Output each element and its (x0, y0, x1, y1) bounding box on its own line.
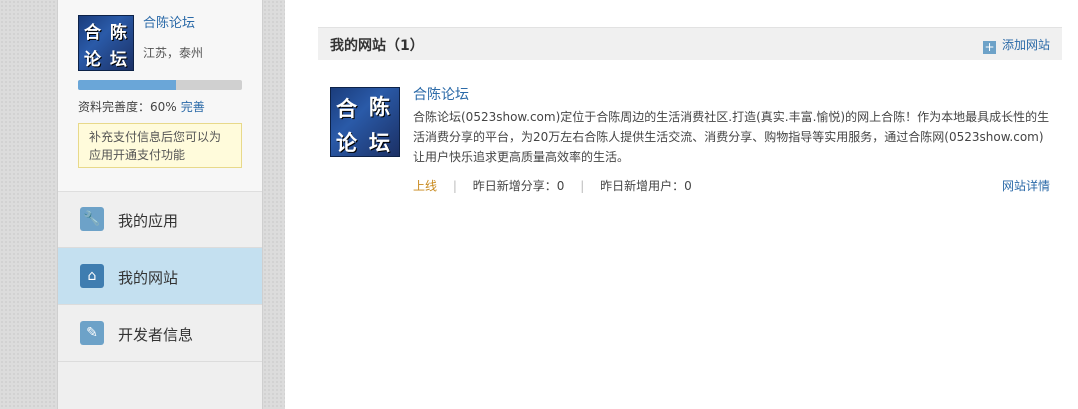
sidebar-item-label: 开发者信息 (118, 326, 194, 344)
avatar-char: 陈 (110, 23, 127, 43)
divider: | (452, 179, 457, 193)
page-background-gap (263, 0, 285, 409)
page-background-left (0, 0, 57, 409)
completeness-label: 资料完善度：60% (78, 100, 177, 114)
sidebar-item-label: 我的网站 (118, 269, 179, 287)
site-description: 合陈论坛(0523show.com)定位于合陈周边的生活消费社区.打造(真实.丰… (413, 110, 1050, 164)
logo-char: 坛 (369, 131, 390, 155)
page-title: 我的网站（1） (330, 38, 424, 54)
wrench-icon: 🔧 (80, 207, 104, 231)
edit-icon: ✎ (80, 321, 104, 345)
logo-char: 陈 (369, 95, 390, 119)
profile-progress-bar (78, 80, 242, 90)
avatar-char: 坛 (110, 50, 127, 70)
payment-notice: 补充支付信息后您可以为应用开通支付功能 (78, 123, 242, 168)
status-badge: 上线 (413, 179, 438, 193)
logo-char: 合 (336, 97, 357, 121)
profile-location: 江苏，泰州 (143, 46, 204, 60)
site-stats: 上线 | 昨日新增分享：0 | 昨日新增用户：0 (413, 177, 692, 194)
divider: | (580, 179, 585, 193)
site-detail-link[interactable]: 网站详情 (1002, 177, 1050, 194)
site-title-link[interactable]: 合陈论坛 (413, 84, 469, 104)
new-shares-stat: 昨日新增分享：0 (472, 179, 565, 193)
avatar-char: 合 (84, 23, 101, 43)
profile-name-link[interactable]: 合陈论坛 (143, 12, 195, 31)
avatar[interactable]: 合 陈 论 坛 (78, 15, 134, 71)
add-site-label: 添加网站 (1001, 38, 1050, 52)
profile-completeness: 资料完善度：60% 完善 (78, 98, 205, 115)
sidebar-item-my-sites[interactable]: ⌂ 我的网站 (58, 248, 262, 305)
site-logo[interactable]: 合 陈 论 坛 (330, 87, 400, 157)
new-users-stat: 昨日新增用户：0 (600, 179, 692, 193)
add-site-button[interactable]: + 添加网站 (982, 36, 1050, 54)
sites-panel-header: 我的网站（1） + 添加网站 (318, 27, 1062, 60)
sidebar-item-label: 我的应用 (118, 212, 179, 230)
complete-profile-link[interactable]: 完善 (181, 100, 205, 114)
sidebar: 合 陈 论 坛 合陈论坛 江苏，泰州 资料完善度：60% 完善 补充支付信息后您可… (57, 0, 263, 409)
profile-card: 合 陈 论 坛 合陈论坛 江苏，泰州 资料完善度：60% 完善 补充支付信息后您可… (58, 0, 262, 192)
profile-progress-fill (78, 80, 177, 90)
avatar-char: 论 (84, 50, 101, 70)
sidebar-item-my-apps[interactable]: 🔧 我的应用 (58, 191, 262, 248)
plus-icon: + (982, 40, 996, 54)
logo-char: 论 (336, 131, 357, 155)
sidebar-item-developer-info[interactable]: ✎ 开发者信息 (58, 305, 262, 362)
home-icon: ⌂ (80, 264, 104, 288)
